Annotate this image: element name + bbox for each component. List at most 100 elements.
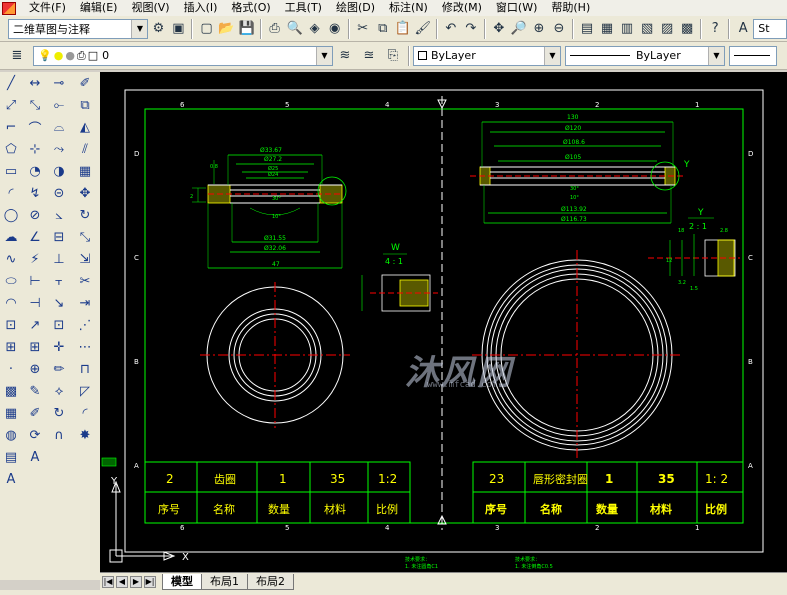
- extend-icon[interactable]: ⇥: [74, 292, 96, 314]
- prev-tab-icon[interactable]: ◀: [116, 575, 128, 588]
- lineweight-select[interactable]: [729, 45, 777, 66]
- scale-icon[interactable]: ⤡: [74, 226, 96, 248]
- stretch-icon[interactable]: ⇲: [74, 248, 96, 270]
- match-properties-icon[interactable]: 🖌: [414, 18, 432, 40]
- layer-manager-icon[interactable]: ≣: [6, 45, 28, 67]
- continue-icon[interactable]: ⊣: [24, 292, 46, 314]
- tool-palettes-icon[interactable]: ▥: [618, 18, 636, 40]
- tolerance-icon[interactable]: ⊞: [24, 336, 46, 358]
- break-at-point-icon[interactable]: ⋰: [74, 314, 96, 336]
- aligned-dim-icon[interactable]: ⤡: [24, 94, 46, 116]
- drawing-canvas[interactable]: 6 5 4 3 2 1 6 5 4 3 2 1 D C B A D C B A: [100, 72, 787, 572]
- copy-icon[interactable]: ⧉: [374, 18, 392, 40]
- dim-diameter-icon[interactable]: ⊝: [48, 182, 70, 204]
- dim-continue-icon[interactable]: ⫟: [48, 270, 70, 292]
- erase-icon[interactable]: ✐: [74, 72, 96, 94]
- menu-help[interactable]: 帮助(H): [544, 0, 597, 16]
- menu-tools[interactable]: 工具(T): [278, 0, 329, 16]
- construction-line-icon[interactable]: ⤢: [0, 94, 22, 116]
- dim-radius-icon[interactable]: ◑: [48, 160, 70, 182]
- make-block-icon[interactable]: ⊞: [0, 336, 22, 358]
- chevron-down-icon[interactable]: ▼: [131, 19, 148, 38]
- copy-object-icon[interactable]: ⧉: [74, 94, 96, 116]
- spline-icon[interactable]: ∿: [0, 248, 22, 270]
- menu-file[interactable]: 文件(F): [22, 0, 73, 16]
- dim-angle-icon[interactable]: ⦣: [48, 204, 70, 226]
- workspace-select[interactable]: 二维草图与注释 ▼: [8, 18, 149, 39]
- dim-edit-icon[interactable]: ✎: [24, 380, 46, 402]
- properties-icon[interactable]: ▤: [578, 18, 596, 40]
- dimtedit-icon[interactable]: ⟡: [48, 380, 70, 402]
- dim-baseline-icon[interactable]: ⊥: [48, 248, 70, 270]
- ellipse-icon[interactable]: ⬭: [0, 270, 22, 292]
- menu-edit[interactable]: 编辑(E): [73, 0, 125, 16]
- print-icon[interactable]: ⎙: [266, 18, 284, 40]
- tab-layout1[interactable]: 布局1: [201, 573, 248, 590]
- dim-linear-icon[interactable]: ⊸: [48, 72, 70, 94]
- table-icon[interactable]: ▤: [0, 446, 22, 468]
- jogged-icon[interactable]: ↯: [24, 182, 46, 204]
- chevron-down-icon[interactable]: ▼: [544, 46, 560, 65]
- save-icon[interactable]: 💾: [238, 18, 256, 40]
- chamfer-icon[interactable]: ◸: [74, 380, 96, 402]
- dimedit-icon[interactable]: ✏: [48, 358, 70, 380]
- cut-icon[interactable]: ✂: [354, 18, 372, 40]
- layer-states-icon[interactable]: ⎘: [382, 45, 404, 67]
- workspace-save-icon[interactable]: ▣: [169, 18, 187, 40]
- menu-draw[interactable]: 绘图(D): [329, 0, 382, 16]
- print-preview-icon[interactable]: 🔍: [286, 18, 304, 40]
- menu-dimension[interactable]: 标注(N): [382, 0, 435, 16]
- open-folder-icon[interactable]: 📂: [217, 18, 235, 40]
- dim-update-icon[interactable]: ⟳: [24, 424, 46, 446]
- menu-insert[interactable]: 插入(I): [177, 0, 225, 16]
- array-icon[interactable]: ▦: [74, 160, 96, 182]
- next-tab-icon[interactable]: ▶: [130, 575, 142, 588]
- linetype-select[interactable]: ByLayer ▼: [565, 45, 725, 66]
- markup-icon[interactable]: ▨: [658, 18, 676, 40]
- join-icon[interactable]: ⊓: [74, 358, 96, 380]
- quick-dimension-icon[interactable]: ⊟: [48, 226, 70, 248]
- calculator-icon[interactable]: ▩: [678, 18, 696, 40]
- chevron-down-icon[interactable]: ▼: [708, 46, 724, 65]
- workspace-settings-icon[interactable]: ⚙: [149, 18, 167, 40]
- mirror-icon[interactable]: ◭: [74, 116, 96, 138]
- text-style-select[interactable]: St: [753, 18, 787, 39]
- text-style-icon[interactable]: A: [734, 18, 752, 40]
- dim-ordinate-icon[interactable]: ⤳: [48, 138, 70, 160]
- quick-leader-icon[interactable]: ↗: [24, 314, 46, 336]
- center-mark-icon[interactable]: ⊕: [24, 358, 46, 380]
- help-icon[interactable]: ?: [706, 18, 724, 40]
- tolerance-frame-icon[interactable]: ⊡: [48, 314, 70, 336]
- insert-block-icon[interactable]: ⊡: [0, 314, 22, 336]
- dim-arc-icon[interactable]: ⌓: [48, 116, 70, 138]
- diameter-dim-icon[interactable]: ⊘: [24, 204, 46, 226]
- layer-previous-icon[interactable]: ≊: [358, 45, 380, 67]
- circle-icon[interactable]: ◯: [0, 204, 22, 226]
- centermark-icon[interactable]: ✛: [48, 336, 70, 358]
- point-icon[interactable]: ·: [0, 358, 22, 380]
- tab-model[interactable]: 模型: [162, 573, 202, 590]
- menu-format[interactable]: 格式(O): [224, 0, 277, 16]
- last-tab-icon[interactable]: ▶|: [144, 575, 156, 588]
- undo-icon[interactable]: ↶: [442, 18, 460, 40]
- color-select[interactable]: ByLayer ▼: [413, 45, 561, 66]
- new-file-icon[interactable]: ▢: [197, 18, 215, 40]
- redo-icon[interactable]: ↷: [462, 18, 480, 40]
- radius-dim-icon[interactable]: ◔: [24, 160, 46, 182]
- tab-layout2[interactable]: 布局2: [247, 573, 294, 590]
- ellipse-arc-icon[interactable]: ◠: [0, 292, 22, 314]
- trim-icon[interactable]: ✂: [74, 270, 96, 292]
- leader-icon[interactable]: ↘: [48, 292, 70, 314]
- paste-icon[interactable]: 📋: [394, 18, 412, 40]
- region-icon[interactable]: ◍: [0, 424, 22, 446]
- polygon-icon[interactable]: ⬠: [0, 138, 22, 160]
- fillet-icon[interactable]: ◜: [74, 402, 96, 424]
- revision-cloud-icon[interactable]: ☁: [0, 226, 22, 248]
- publish-web-icon[interactable]: ◉: [326, 18, 344, 40]
- pan-icon[interactable]: ✥: [490, 18, 508, 40]
- line-icon[interactable]: ╱: [0, 72, 22, 94]
- gradient-icon[interactable]: ▦: [0, 402, 22, 424]
- design-center-icon[interactable]: ▦: [598, 18, 616, 40]
- polyline-icon[interactable]: ⌐: [0, 116, 22, 138]
- explode-icon[interactable]: ✸: [74, 424, 96, 446]
